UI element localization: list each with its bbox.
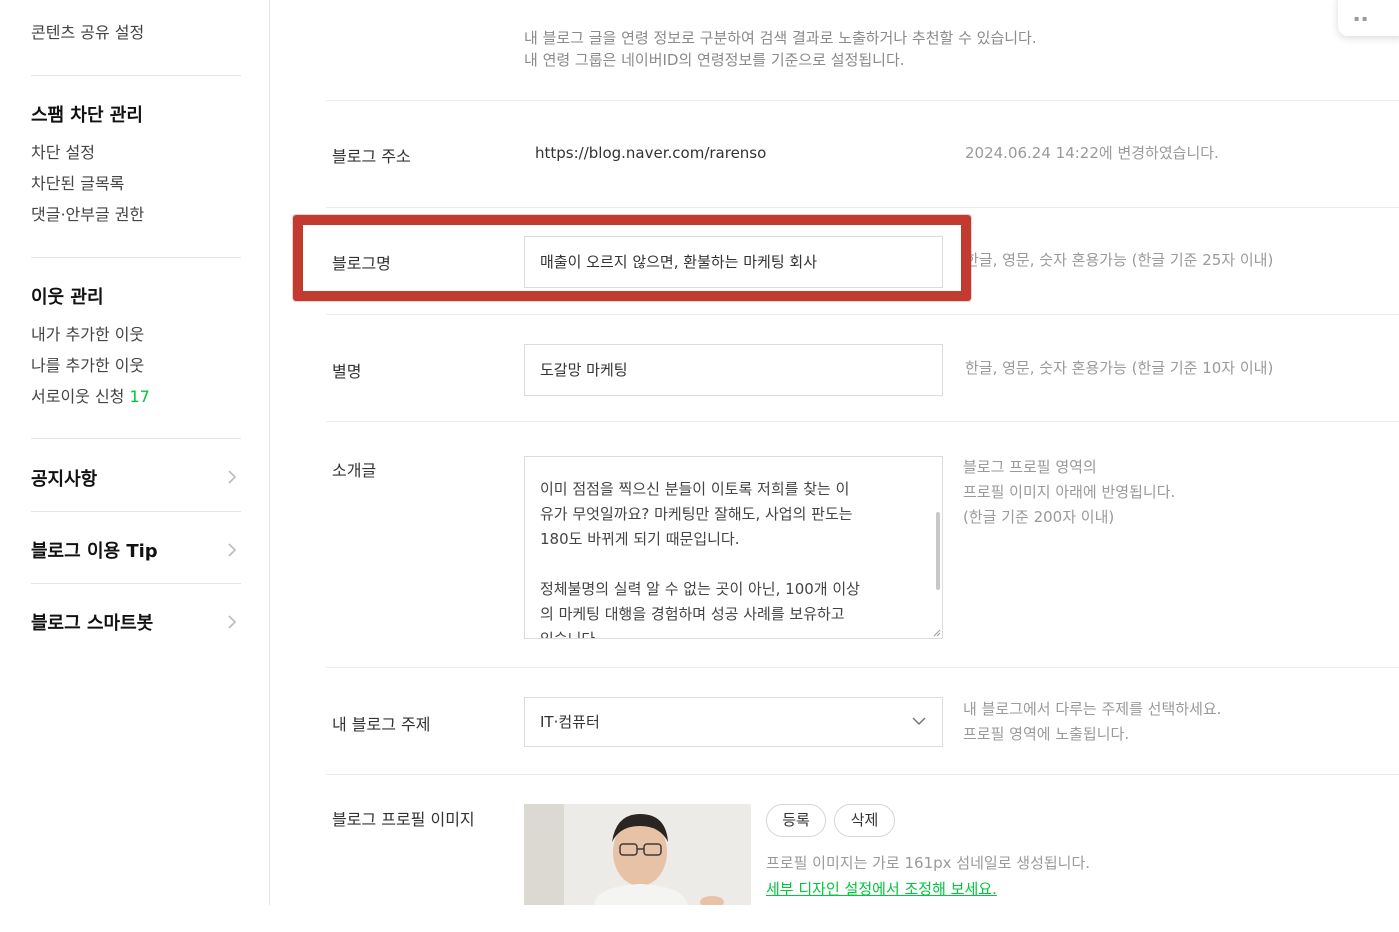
sidebar-item-block-settings[interactable]: 차단 설정	[31, 139, 95, 163]
sidebar-link-notice[interactable]: 공지사항	[31, 465, 97, 491]
sidebar-item-label: 서로이웃 신청	[31, 387, 125, 406]
sidebar-heading-spam: 스팸 차단 관리	[31, 105, 143, 126]
row-divider	[326, 421, 1399, 422]
topic-note-line-1: 내 블로그에서 다루는 주제를 선택하세요.	[963, 700, 1222, 718]
intro-text: 이미 점점을 찍으신 분들이 이토록 저희를 찾는 이 유가 무엇일까요? 마케…	[540, 477, 930, 639]
sidebar-divider	[31, 257, 241, 258]
row-divider	[326, 774, 1399, 775]
profile-image-note: 프로필 이미지는 가로 161px 섬네일로 생성됩니다.	[766, 854, 1091, 872]
blog-name-note: 한글, 영문, 숫자 혼용가능 (한글 기준 25자 이내)	[965, 251, 1274, 269]
sidebar-divider	[31, 511, 241, 512]
intro-line: 정체불명의 실력 알 수 없는 곳이 아닌, 100개 이상	[540, 580, 860, 598]
sidebar-item-neighbor-requests[interactable]: 서로이웃 신청 17	[31, 383, 150, 407]
age-info-line-2: 내 연령 그룹은 네이버ID의 연령정보를 기준으로 설정됩니다.	[524, 51, 905, 69]
intro-line: 있습니다.	[540, 630, 600, 639]
sidebar-item-my-neighbors[interactable]: 내가 추가한 이웃	[31, 321, 144, 345]
topic-note-line-2: 프로필 영역에 노출됩니다.	[963, 725, 1130, 743]
profile-image-label: 블로그 프로필 이미지	[332, 810, 475, 829]
design-settings-link[interactable]: 세부 디자인 설정에서 조정해 보세요.	[766, 878, 997, 899]
intro-note-line-1: 블로그 프로필 영역의	[963, 458, 1097, 476]
settings-sidebar: 콘텐츠 공유 설정 스팸 차단 관리 차단 설정 차단된 글목록 댓글·안부글 …	[0, 0, 270, 905]
sidebar-divider	[31, 438, 241, 439]
blog-address-note: 2024.06.24 14:22에 변경하였습니다.	[965, 144, 1219, 162]
row-divider	[326, 667, 1399, 668]
sidebar-item-comment-permission[interactable]: 댓글·안부글 권한	[31, 201, 144, 225]
blog-info-settings: 내 블로그 글을 연령 정보로 구분하여 검색 결과로 노출하거나 추천할 수 …	[270, 0, 1399, 905]
textarea-scrollbar[interactable]	[936, 512, 940, 590]
sidebar-heading-neighbors: 이웃 관리	[31, 287, 104, 308]
sidebar-link-tips[interactable]: 블로그 이용 Tip	[31, 537, 158, 563]
intro-note-line-2: 프로필 이미지 아래에 반영됩니다.	[963, 483, 1176, 501]
delete-image-button[interactable]: 삭제	[834, 804, 895, 837]
chevron-right-icon	[228, 615, 237, 629]
intro-textarea[interactable]: 이미 점점을 찍으신 분들이 이토록 저희를 찾는 이 유가 무엇일까요? 마케…	[524, 456, 943, 639]
row-divider	[326, 100, 1399, 101]
row-divider	[326, 207, 1399, 208]
person-photo-icon	[524, 804, 751, 905]
page-bottom-band	[0, 905, 1399, 932]
blog-name-highlight-box	[293, 215, 971, 301]
row-divider	[326, 314, 1399, 315]
chevron-down-icon	[912, 717, 926, 726]
zoom-widget[interactable]: ▪ ▪	[1338, 0, 1399, 36]
blog-address-label: 블로그 주소	[332, 147, 411, 166]
sidebar-link-smartbot[interactable]: 블로그 스마트봇	[31, 609, 153, 635]
topic-selected-value: IT·컴퓨터	[540, 713, 600, 731]
intro-line: 유가 무엇일까요? 마케팅만 잘해도, 사업의 판도는	[540, 505, 853, 523]
intro-line	[540, 552, 930, 577]
request-count-badge: 17	[129, 387, 150, 406]
intro-note-line-3: (한글 기준 200자 이내)	[963, 508, 1115, 526]
register-image-button[interactable]: 등록	[766, 804, 826, 837]
profile-photo	[524, 804, 751, 905]
sidebar-item-content-share[interactable]: 콘텐츠 공유 설정	[31, 19, 144, 43]
zoom-icon: ▪ ▪	[1354, 14, 1368, 23]
nickname-label: 별명	[332, 362, 362, 381]
sidebar-item-blocked-posts[interactable]: 차단된 글목록	[31, 170, 124, 194]
sidebar-divider	[31, 583, 241, 584]
chevron-right-icon	[228, 470, 237, 484]
chevron-right-icon	[228, 543, 237, 557]
intro-line: 180도 바뀌게 되기 때문입니다.	[540, 530, 740, 548]
resize-handle-icon[interactable]	[932, 628, 941, 637]
sidebar-divider	[31, 75, 241, 76]
nickname-input[interactable]: 도갈망 마케팅	[524, 344, 943, 396]
intro-label: 소개글	[332, 461, 377, 480]
nickname-note: 한글, 영문, 숫자 혼용가능 (한글 기준 10자 이내)	[965, 359, 1274, 377]
intro-line: 의 마케팅 대행을 경험하며 성공 사례를 보유하고	[540, 605, 845, 623]
intro-line: 이미 점점을 찍으신 분들이 이토록 저희를 찾는 이	[540, 480, 850, 498]
blog-address-value: https://blog.naver.com/rarenso	[535, 144, 767, 162]
sidebar-item-followers[interactable]: 나를 추가한 이웃	[31, 352, 144, 376]
topic-label: 내 블로그 주제	[332, 715, 431, 734]
topic-select[interactable]: IT·컴퓨터	[524, 697, 943, 747]
